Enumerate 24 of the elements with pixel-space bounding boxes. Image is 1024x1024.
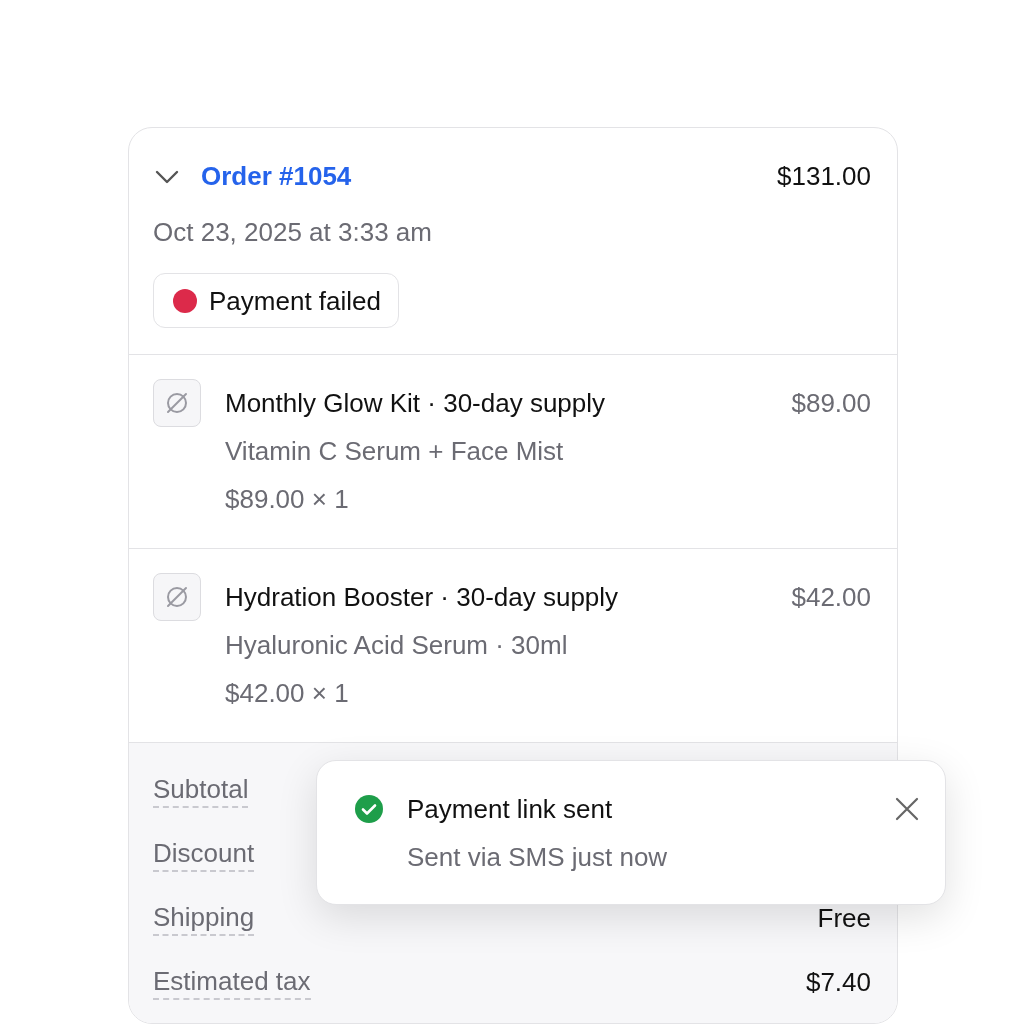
- order-link[interactable]: Order #1054: [201, 152, 352, 200]
- no-image-icon: [153, 573, 201, 621]
- item-price: $89.00: [791, 387, 871, 420]
- summary-label: Subtotal: [153, 772, 249, 808]
- summary-label: Shipping: [153, 900, 255, 936]
- close-button[interactable]: [893, 795, 921, 823]
- summary-value: Free: [817, 901, 871, 935]
- toast-title: Payment link sent: [407, 793, 614, 826]
- summary-label: Discount: [153, 836, 255, 872]
- item-quantity: $42.00 × 1: [225, 677, 350, 710]
- order-date: Oct 23, 2025 at 3:33 am: [153, 216, 433, 249]
- item-quantity: $89.00 × 1: [225, 483, 350, 516]
- item-title: Monthly Glow Kit · 30-day supply: [225, 387, 606, 420]
- item-price: $42.00: [791, 581, 871, 614]
- order-total: $131.00: [777, 160, 871, 193]
- status-label: Payment failed: [209, 284, 381, 318]
- item-subtitle: Hyaluronic Acid Serum · 30ml: [225, 629, 569, 662]
- summary-label: Estimated tax: [153, 964, 311, 1000]
- item-subtitle: Vitamin C Serum + Face Mist: [225, 435, 565, 468]
- no-image-icon: [153, 379, 201, 427]
- summary-value: $7.40: [805, 965, 871, 999]
- item-title: Hydration Booster · 30-day supply: [225, 581, 619, 614]
- toast-message: Sent via SMS just now: [407, 841, 668, 874]
- check-circle-icon: [355, 795, 383, 823]
